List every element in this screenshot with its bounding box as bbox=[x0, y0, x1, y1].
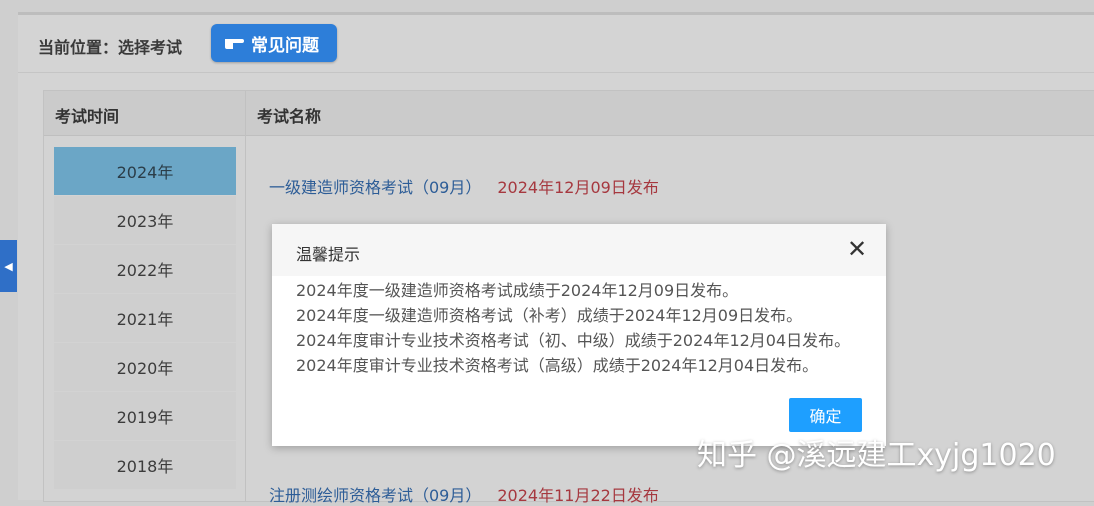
side-collapse-tab[interactable]: ◀ bbox=[0, 240, 17, 292]
faq-button-label: 常见问题 bbox=[251, 35, 319, 56]
column-separator bbox=[245, 91, 246, 501]
notice-line: 2024年度审计专业技术资格考试（初、中级）成绩于2024年12月04日发布。 bbox=[296, 331, 851, 350]
col-header-time: 考试时间 bbox=[55, 107, 120, 126]
year-item-2019[interactable]: 2019年 bbox=[54, 392, 236, 440]
exam-row[interactable]: 注册测绘师资格考试（09月） 2024年11月22日发布 bbox=[269, 482, 659, 506]
notice-line: 2024年度一级建造师资格考试成绩于2024年12月09日发布。 bbox=[296, 281, 739, 300]
year-item-2018[interactable]: 2018年 bbox=[54, 441, 236, 489]
dialog-body: 2024年度一级建造师资格考试成绩于2024年12月09日发布。 2024年度一… bbox=[272, 276, 886, 378]
notice-line: 2024年度一级建造师资格考试（补考）成绩于2024年12月09日发布。 bbox=[296, 306, 803, 325]
divider bbox=[18, 72, 1094, 73]
breadcrumb: 当前位置：选择考试 bbox=[38, 38, 183, 57]
year-item-2020[interactable]: 2020年 bbox=[54, 343, 236, 391]
close-icon[interactable]: ✕ bbox=[846, 237, 868, 261]
notice-line: 2024年度审计专业技术资格考试（高级）成绩于2024年12月04日发布。 bbox=[296, 356, 819, 375]
notice-dialog: 温馨提示 ✕ 2024年度一级建造师资格考试成绩于2024年12月09日发布。 … bbox=[272, 224, 886, 446]
year-item-2022[interactable]: 2022年 bbox=[54, 245, 236, 293]
faq-button[interactable]: 常见问题 bbox=[211, 24, 337, 62]
exam-link[interactable]: 一级建造师资格考试（09月） bbox=[269, 178, 481, 197]
dialog-title: 温馨提示 bbox=[296, 245, 361, 264]
top-border bbox=[18, 12, 1094, 15]
pointing-hand-icon bbox=[223, 31, 245, 56]
year-item-2021[interactable]: 2021年 bbox=[54, 294, 236, 342]
dialog-header: 温馨提示 ✕ bbox=[272, 224, 886, 276]
year-list: 2024年 2023年 2022年 2021年 2020年 2019年 2018… bbox=[54, 147, 236, 490]
exam-link[interactable]: 注册测绘师资格考试（09月） bbox=[269, 486, 481, 505]
arrow-left-icon: ◀ bbox=[4, 259, 13, 273]
year-item-2024[interactable]: 2024年 bbox=[54, 147, 236, 195]
exam-release-date: 2024年11月22日发布 bbox=[497, 486, 659, 505]
confirm-button[interactable]: 确定 bbox=[789, 398, 862, 432]
col-header-name: 考试名称 bbox=[257, 107, 322, 126]
table-header: 考试时间 考试名称 bbox=[44, 91, 1094, 136]
watermark: 知乎 @溪远建工xyjg1020 bbox=[697, 438, 1056, 473]
exam-row[interactable]: 一级建造师资格考试（09月） 2024年12月09日发布 bbox=[269, 174, 659, 198]
exam-release-date: 2024年12月09日发布 bbox=[497, 178, 659, 197]
year-item-2023[interactable]: 2023年 bbox=[54, 196, 236, 244]
